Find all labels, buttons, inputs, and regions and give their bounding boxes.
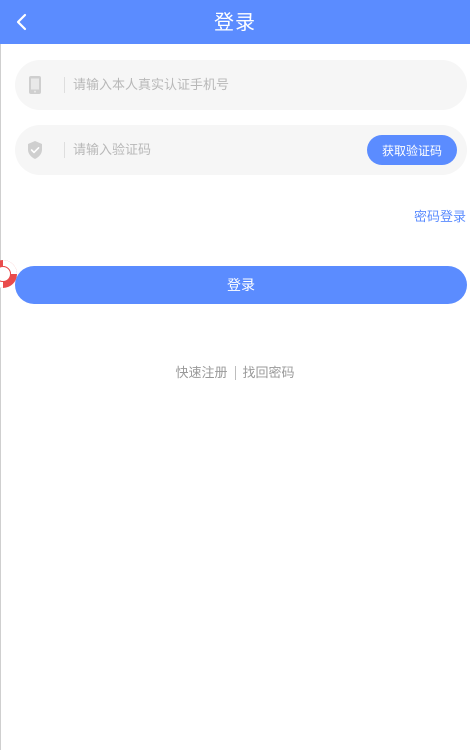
lifebuoy-icon[interactable]	[0, 257, 20, 291]
phone-input[interactable]	[73, 72, 363, 98]
get-code-button[interactable]: 获取验证码	[367, 135, 457, 165]
link-separator	[234, 365, 236, 380]
quick-register-link[interactable]: 快速注册	[175, 366, 227, 381]
login-button[interactable]: 登录	[15, 266, 467, 304]
footer-links: 快速注册 找回密码	[0, 362, 470, 381]
field-divider	[64, 142, 65, 158]
shield-check-icon	[28, 141, 42, 159]
app-header: 登录	[0, 0, 470, 44]
field-divider	[64, 77, 65, 93]
phone-icon	[29, 76, 41, 94]
code-field-container: 获取验证码	[15, 125, 467, 175]
code-input[interactable]	[73, 137, 363, 163]
phone-field-container	[15, 60, 467, 110]
password-login-link[interactable]: 密码登录	[414, 206, 466, 225]
recover-password-link[interactable]: 找回密码	[243, 366, 295, 381]
page-title: 登录	[214, 10, 256, 34]
